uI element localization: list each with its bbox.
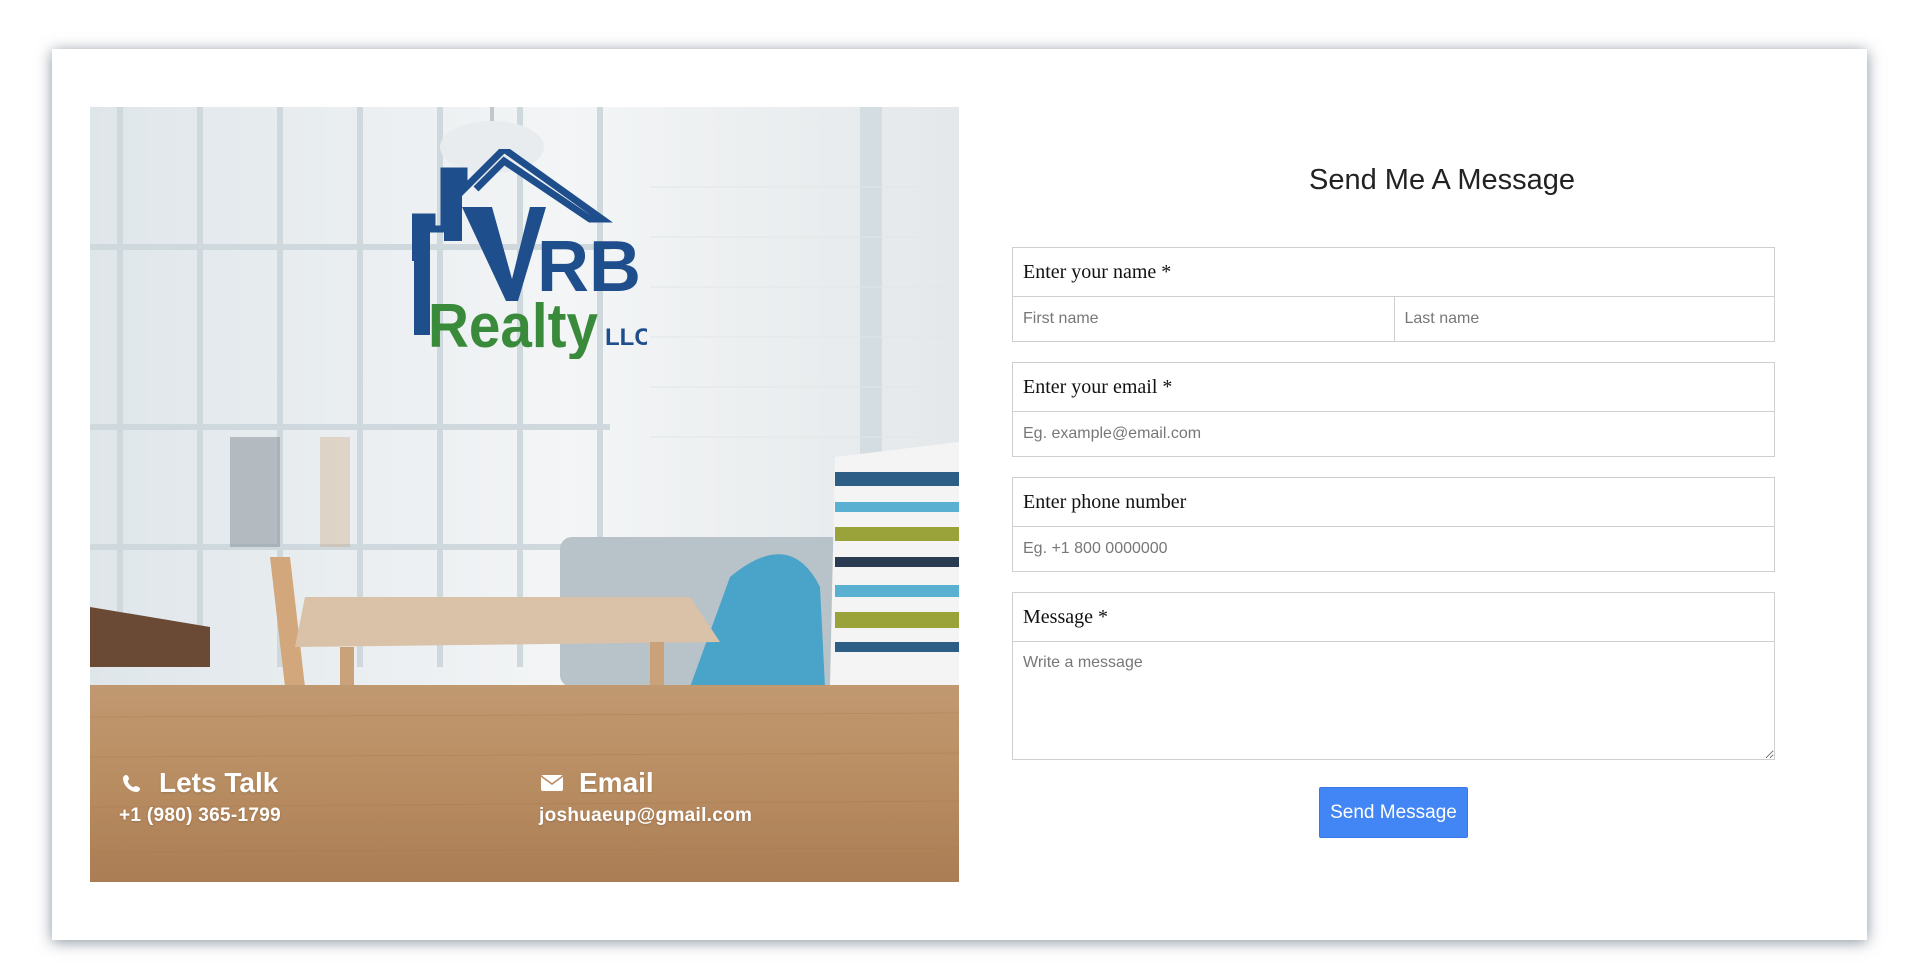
message-field-group: Message * [1012, 592, 1775, 760]
email-field-group: Enter your email * [1012, 362, 1775, 457]
contact-email: Email joshuaeup@gmail.com [539, 767, 752, 827]
svg-text:LLC: LLC [605, 324, 647, 351]
envelope-icon [539, 772, 565, 794]
name-field-group: Enter your name * [1012, 247, 1775, 342]
message-textarea[interactable] [1013, 642, 1774, 759]
last-name-input[interactable] [1393, 297, 1774, 341]
email-label: Enter your email * [1013, 363, 1774, 412]
first-name-input[interactable] [1013, 297, 1394, 341]
contact-card: RB Realty LLC Lets Talk +1 (980) 365-179… [52, 49, 1867, 940]
lets-talk-heading: Lets Talk [159, 767, 279, 798]
phone-input[interactable] [1013, 527, 1774, 571]
email-address[interactable]: joshuaeup@gmail.com [539, 805, 752, 827]
phone-icon [119, 772, 145, 794]
email-input[interactable] [1013, 412, 1774, 456]
phone-field-group: Enter phone number [1012, 477, 1775, 572]
phone-label: Enter phone number [1013, 478, 1774, 527]
form-title: Send Me A Message [1309, 164, 1575, 196]
phone-number[interactable]: +1 (980) 365-1799 [119, 805, 281, 827]
name-label: Enter your name * [1013, 248, 1774, 297]
hero-photo-panel: RB Realty LLC Lets Talk +1 (980) 365-179… [90, 107, 959, 882]
svg-text:Realty: Realty [428, 292, 598, 359]
message-label: Message * [1013, 593, 1774, 642]
vrb-realty-logo: RB Realty LLC [412, 149, 647, 359]
contact-lets-talk: Lets Talk +1 (980) 365-1799 [119, 767, 281, 827]
email-heading: Email [579, 767, 654, 798]
send-message-button[interactable]: Send Message [1319, 787, 1468, 838]
